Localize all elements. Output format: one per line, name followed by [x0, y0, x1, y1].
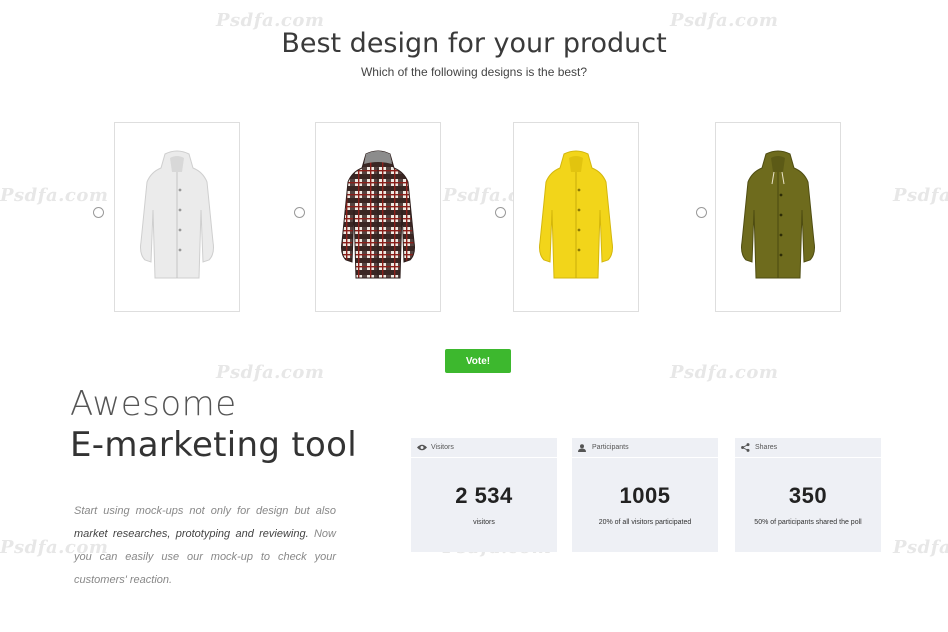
share-icon — [741, 443, 751, 452]
product-card-white[interactable] — [114, 122, 240, 312]
radio-option-1[interactable] — [93, 207, 104, 218]
product-card-olive[interactable] — [715, 122, 841, 312]
stat-card-shares: Shares 350 50% of participants shared th… — [735, 438, 881, 552]
stat-note: 50% of participants shared the poll — [754, 519, 862, 526]
stat-label: Shares — [755, 444, 778, 451]
hero-heading-line1: Awesome — [70, 384, 237, 424]
hero-description: Start using mock-ups not only for design… — [74, 500, 336, 592]
watermark: Psdfa.com — [0, 185, 109, 206]
yellow-raincoat-image — [539, 150, 613, 278]
radio-option-2[interactable] — [294, 207, 305, 218]
stat-header: Participants — [572, 438, 718, 458]
hero-heading-line2: E-marketing tool — [70, 425, 357, 465]
description-highlight: market researches, prototyping and revie… — [74, 528, 309, 540]
product-card-yellow[interactable] — [513, 122, 639, 312]
stat-header: Visitors — [411, 438, 557, 458]
watermark: Psdfa.com — [670, 362, 779, 383]
stat-header: Shares — [735, 438, 881, 458]
vote-button[interactable]: Vote! — [445, 349, 511, 373]
plaid-raincoat-image — [341, 150, 415, 278]
stat-note: visitors — [473, 519, 495, 526]
watermark: Psdfa.com — [216, 362, 325, 383]
stat-note: 20% of all visitors participated — [598, 519, 692, 526]
stat-value: 1005 — [619, 483, 671, 508]
page-title: Best design for your product — [281, 28, 667, 59]
radio-option-4[interactable] — [696, 207, 707, 218]
product-card-plaid[interactable] — [315, 122, 441, 312]
watermark: Psdfa.com — [893, 185, 948, 206]
stat-value: 350 — [788, 483, 828, 508]
page-subtitle: Which of the following designs is the be… — [360, 65, 588, 79]
watermark: Psdfa.com — [893, 537, 948, 558]
stat-label: Visitors — [431, 444, 454, 451]
eye-icon — [417, 444, 427, 452]
stat-card-participants: Participants 1005 20% of all visitors pa… — [572, 438, 718, 552]
user-icon — [578, 443, 588, 452]
radio-option-3[interactable] — [495, 207, 506, 218]
stat-value: 2 534 — [455, 483, 513, 508]
stat-label: Participants — [592, 444, 629, 451]
olive-raincoat-image — [741, 150, 815, 278]
description-text-1: Start using mock-ups not only for design… — [74, 505, 336, 517]
stat-card-visitors: Visitors 2 534 visitors — [411, 438, 557, 552]
white-raincoat-image — [140, 150, 214, 278]
